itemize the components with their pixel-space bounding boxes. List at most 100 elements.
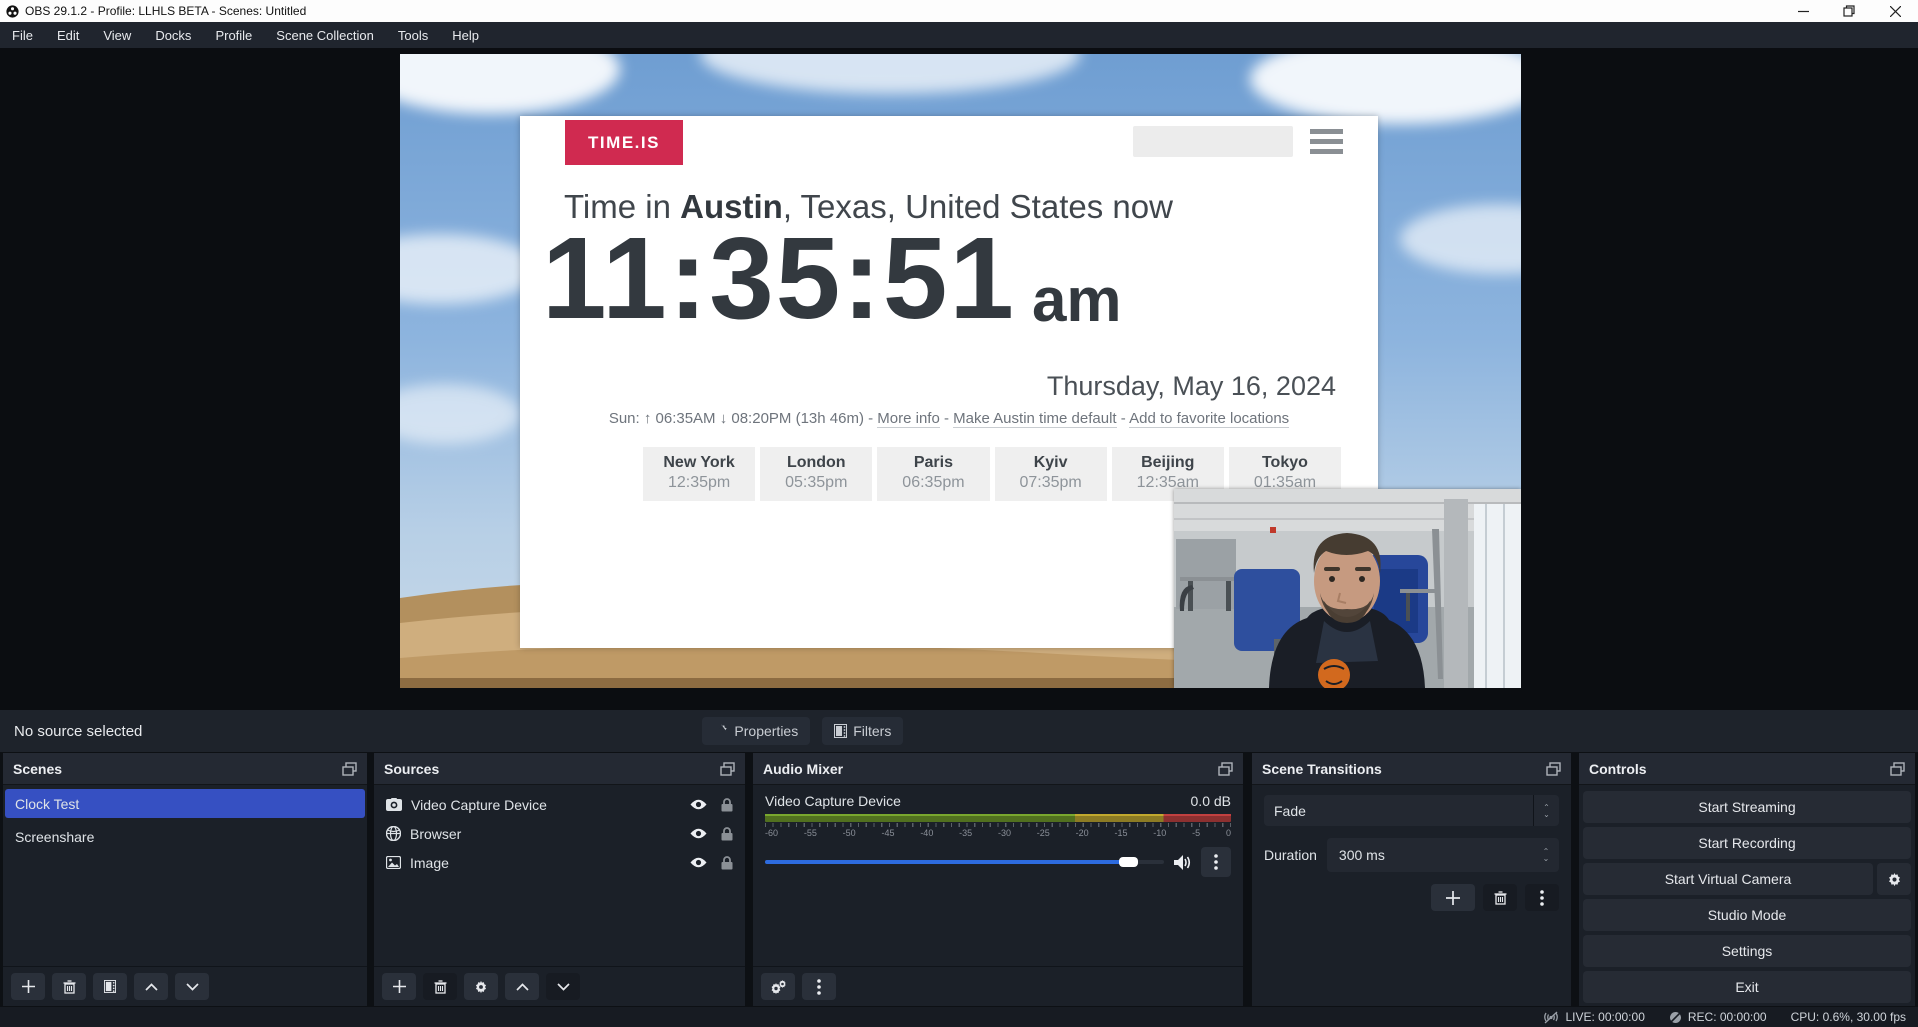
scene-move-down-button[interactable] xyxy=(175,973,209,1000)
virtual-camera-settings-button[interactable] xyxy=(1877,863,1911,895)
window-title: OBS 29.1.2 - Profile: LLHLS BETA - Scene… xyxy=(25,4,306,18)
transition-menu-button[interactable] xyxy=(1525,884,1559,911)
chevron-up-icon xyxy=(145,983,158,991)
volume-slider[interactable] xyxy=(765,860,1164,864)
globe-icon xyxy=(386,826,401,841)
scene-move-up-button[interactable] xyxy=(134,973,168,1000)
source-move-down-button[interactable] xyxy=(546,973,580,1000)
plus-icon xyxy=(393,980,406,993)
source-item-browser[interactable]: Browser xyxy=(374,819,745,848)
add-transition-button[interactable] xyxy=(1431,884,1475,911)
source-properties-button[interactable] xyxy=(464,973,498,1000)
clock-meridiem: am xyxy=(1032,270,1122,336)
popout-icon[interactable] xyxy=(1546,762,1561,776)
timeis-logo[interactable]: TIME.IS xyxy=(565,120,683,165)
mixer-channel: Video Capture Device 0.0 dB -60-55-50 -4… xyxy=(753,785,1243,877)
transition-select[interactable]: Fade ⌃⌄ xyxy=(1264,795,1559,826)
camera-icon xyxy=(386,798,402,811)
lock-icon[interactable] xyxy=(721,798,733,812)
remove-scene-button[interactable] xyxy=(52,973,86,1000)
menu-scene-collection[interactable]: Scene Collection xyxy=(264,22,386,48)
settings-button[interactable]: Settings xyxy=(1583,935,1911,967)
start-streaming-button[interactable]: Start Streaming xyxy=(1583,791,1911,823)
menu-profile[interactable]: Profile xyxy=(203,22,264,48)
filters-button[interactable]: Filters xyxy=(822,717,903,745)
lock-icon[interactable] xyxy=(721,856,733,870)
make-default-link[interactable]: Make Austin time default xyxy=(953,410,1116,428)
menu-tools[interactable]: Tools xyxy=(386,22,440,48)
city-kyiv[interactable]: Kyiv07:35pm xyxy=(995,447,1107,501)
preview-canvas[interactable]: TIME.IS Time in Austin, Texas, United St… xyxy=(400,54,1521,688)
search-input[interactable] xyxy=(1133,126,1293,157)
volume-slider-handle[interactable] xyxy=(1119,857,1138,867)
audio-level-meter xyxy=(765,814,1231,822)
menu-file[interactable]: File xyxy=(0,22,45,48)
restore-button[interactable] xyxy=(1826,0,1872,22)
gears-icon xyxy=(770,980,787,994)
current-date: Thursday, May 16, 2024 xyxy=(1047,371,1336,402)
studio-mode-button[interactable]: Studio Mode xyxy=(1583,899,1911,931)
plus-icon xyxy=(1446,891,1460,905)
gear-icon xyxy=(474,980,488,994)
sun-info-line: Sun: ↑ 06:35AM ↓ 08:20PM (13h 46m) - Mor… xyxy=(520,410,1378,427)
add-favorite-link[interactable]: Add to favorite locations xyxy=(1129,410,1289,428)
minimize-button[interactable] xyxy=(1780,0,1826,22)
source-move-up-button[interactable] xyxy=(505,973,539,1000)
mixer-menu-button[interactable] xyxy=(802,973,836,1000)
remove-source-button[interactable] xyxy=(423,973,457,1000)
cloud xyxy=(400,384,520,444)
trash-icon xyxy=(1494,891,1507,905)
scene-transitions-panel: Scene Transitions Fade ⌃⌄ Duration 300 m… xyxy=(1251,752,1572,1007)
obs-logo-icon xyxy=(6,5,19,18)
menu-docks[interactable]: Docks xyxy=(143,22,203,48)
add-scene-button[interactable] xyxy=(11,973,45,1000)
more-info-link[interactable]: More info xyxy=(877,410,940,428)
eye-visible-icon[interactable] xyxy=(690,828,707,839)
hamburger-menu-icon[interactable] xyxy=(1310,129,1343,154)
add-source-button[interactable] xyxy=(382,973,416,1000)
webcam-video-source[interactable] xyxy=(1174,489,1521,688)
exit-button[interactable]: Exit xyxy=(1583,971,1911,1003)
menu-help[interactable]: Help xyxy=(440,22,491,48)
close-button[interactable] xyxy=(1872,0,1918,22)
eye-visible-icon[interactable] xyxy=(690,857,707,868)
eye-visible-icon[interactable] xyxy=(690,799,707,810)
popout-icon[interactable] xyxy=(720,762,735,776)
lock-icon[interactable] xyxy=(721,827,733,841)
dock-area: Scenes Clock Test Screenshare xyxy=(0,752,1918,1007)
scenes-panel-header: Scenes xyxy=(3,753,367,785)
menu-view[interactable]: View xyxy=(91,22,143,48)
popout-icon[interactable] xyxy=(342,762,357,776)
cloud xyxy=(400,234,540,304)
scenes-toolbar xyxy=(3,966,367,1006)
mixer-channel-menu-button[interactable] xyxy=(1201,847,1231,877)
scene-item-clock-test[interactable]: Clock Test xyxy=(5,789,365,818)
spinbox-arrows[interactable]: ⌃⌄ xyxy=(1533,838,1559,872)
chevron-down-icon xyxy=(557,983,570,991)
gear-icon xyxy=(714,724,728,738)
speaker-icon[interactable] xyxy=(1174,855,1191,870)
source-item-image[interactable]: Image xyxy=(374,848,745,877)
popout-icon[interactable] xyxy=(1218,762,1233,776)
start-recording-button[interactable]: Start Recording xyxy=(1583,827,1911,859)
remove-transition-button[interactable] xyxy=(1483,884,1517,911)
start-virtual-camera-button[interactable]: Start Virtual Camera xyxy=(1583,863,1873,895)
cloud xyxy=(700,54,1080,94)
menu-edit[interactable]: Edit xyxy=(45,22,91,48)
duration-label: Duration xyxy=(1264,847,1317,863)
popout-icon[interactable] xyxy=(1890,762,1905,776)
advanced-audio-button[interactable] xyxy=(761,973,795,1000)
kebab-icon xyxy=(1214,854,1218,870)
cloud xyxy=(1400,204,1521,274)
properties-button[interactable]: Properties xyxy=(702,717,810,745)
scene-item-screenshare[interactable]: Screenshare xyxy=(5,822,365,851)
scene-filters-button[interactable] xyxy=(93,973,127,1000)
select-spinner-icons[interactable]: ⌃⌄ xyxy=(1533,795,1559,826)
selected-source-toolbar: No source selected Properties Filters xyxy=(0,710,1918,752)
mixer-channel-name: Video Capture Device xyxy=(765,793,901,809)
city-london[interactable]: London05:35pm xyxy=(760,447,872,501)
city-paris[interactable]: Paris06:35pm xyxy=(877,447,989,501)
source-item-video-capture[interactable]: Video Capture Device xyxy=(374,790,745,819)
city-newyork[interactable]: New York12:35pm xyxy=(643,447,755,501)
duration-spinbox[interactable]: 300 ms ⌃⌄ xyxy=(1327,838,1559,872)
